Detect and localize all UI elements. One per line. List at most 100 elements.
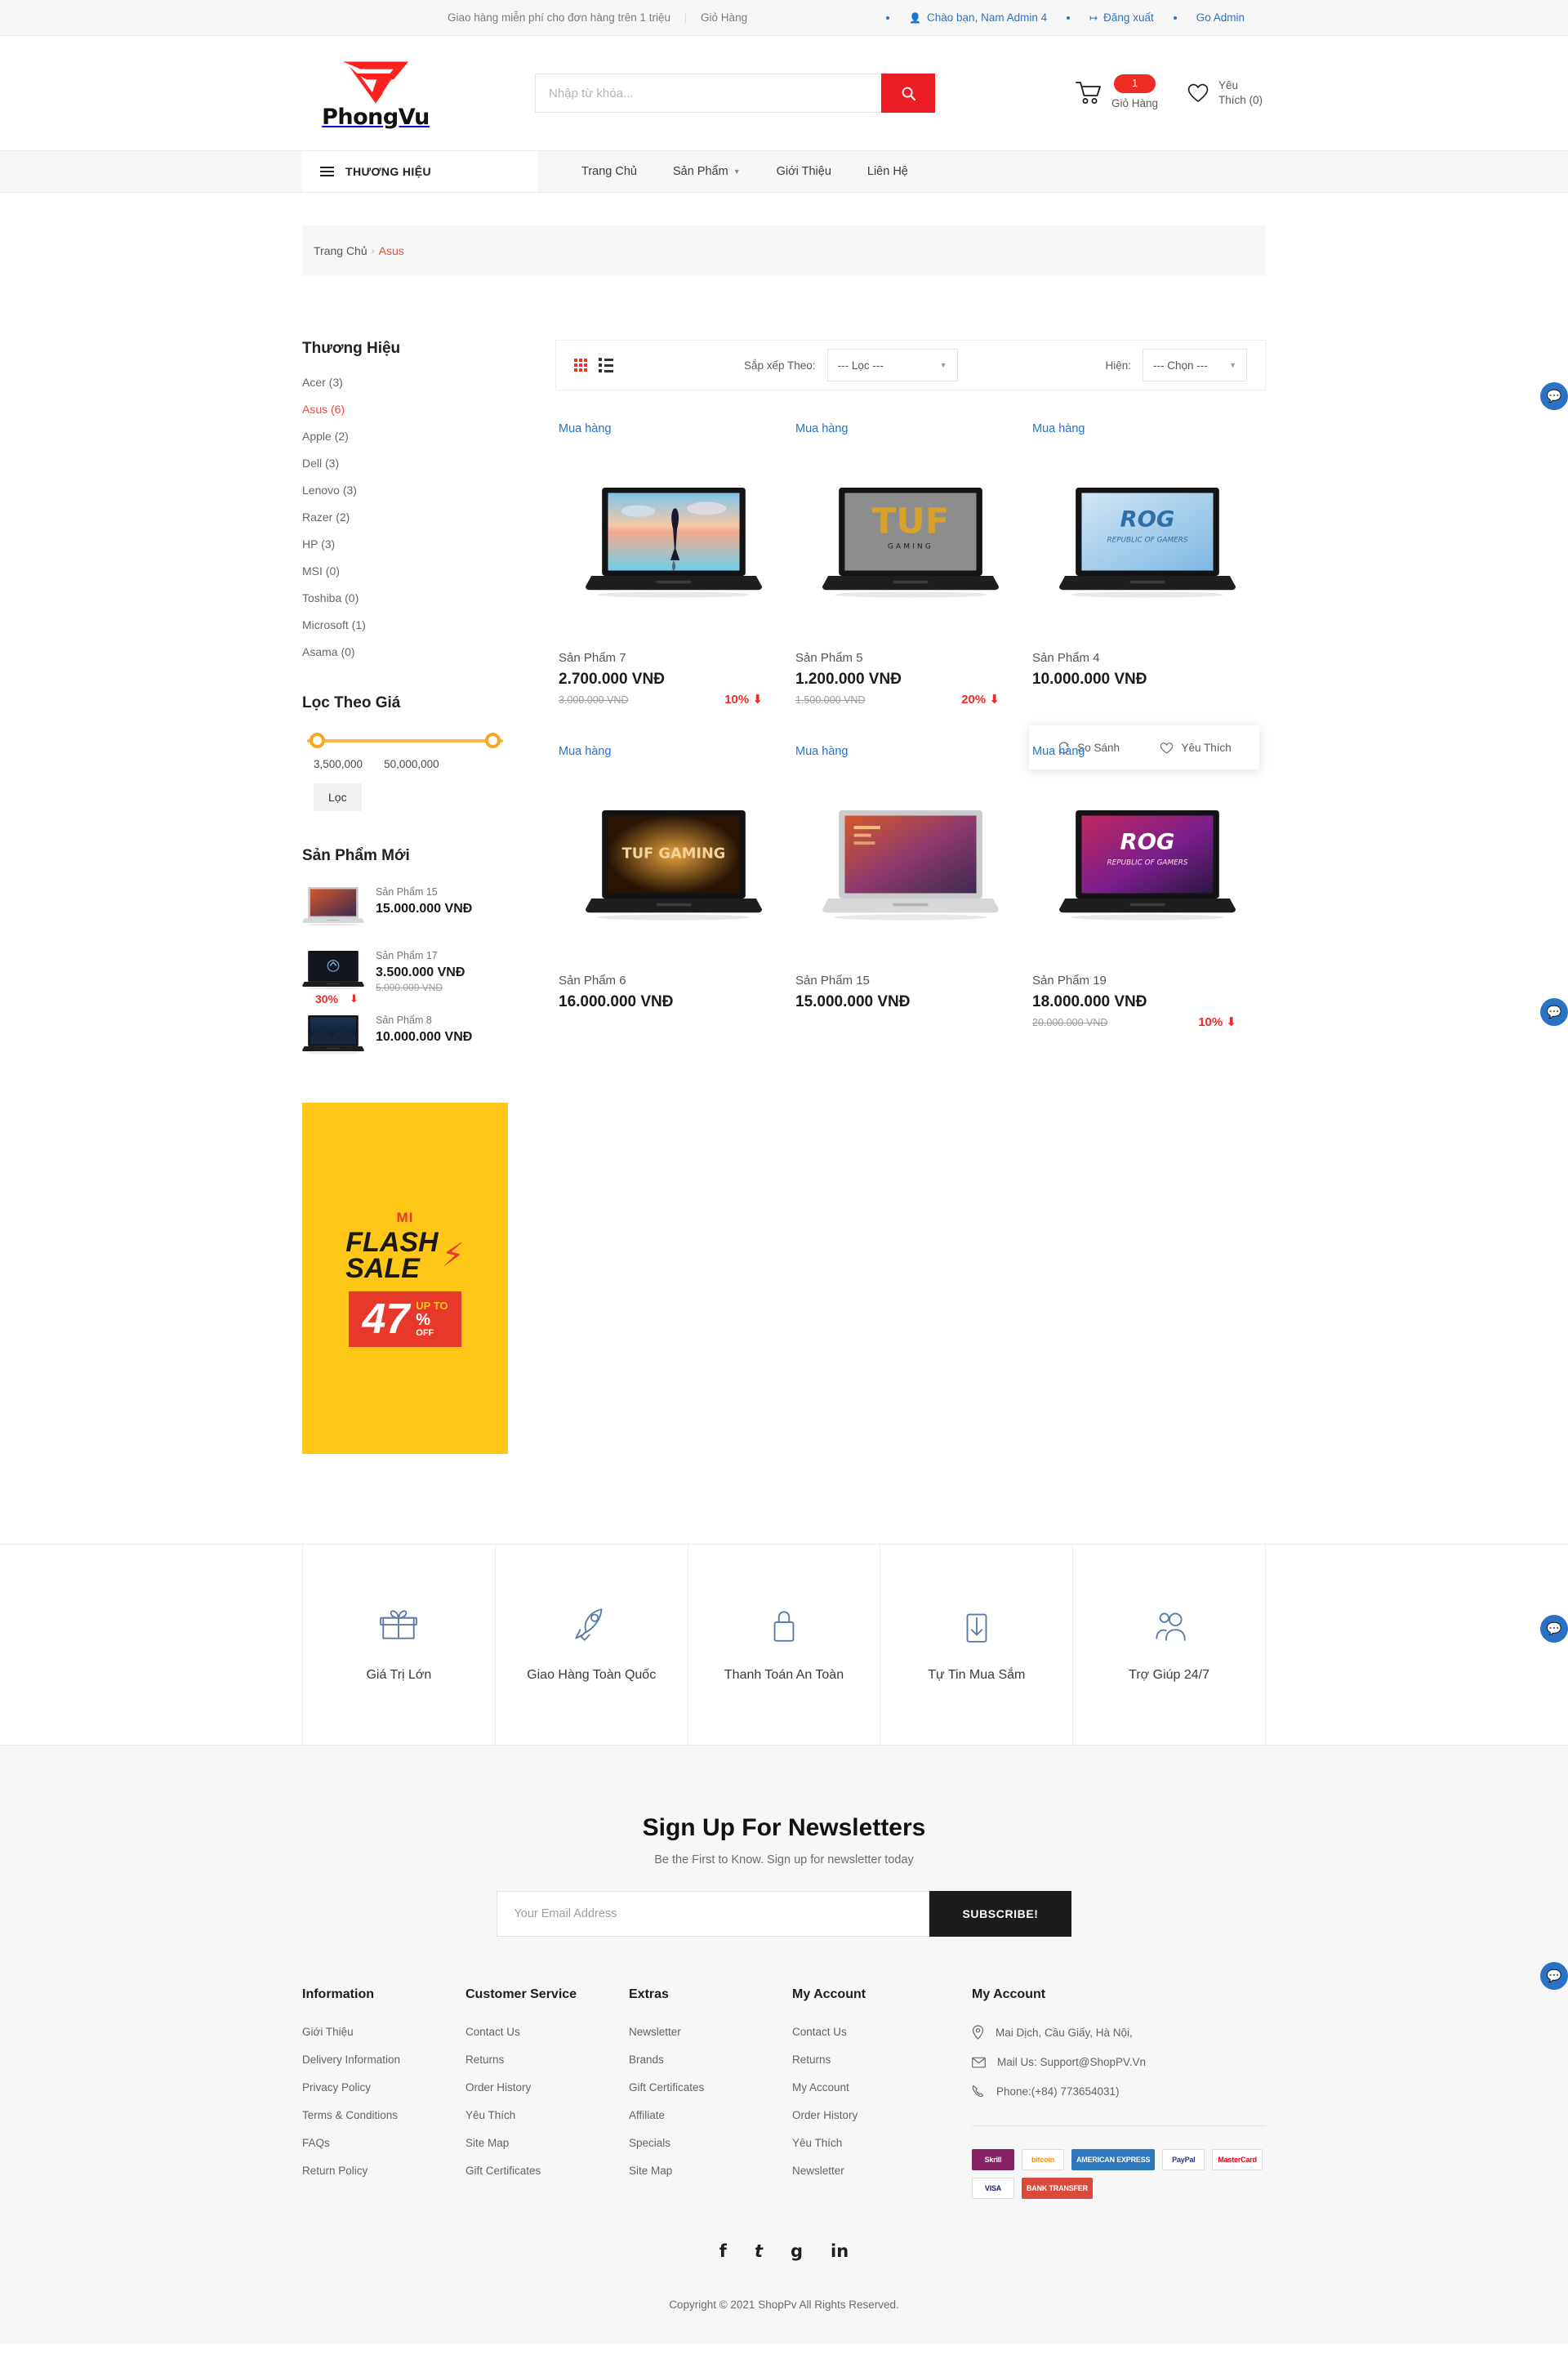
product-card[interactable]: Mua hàng Sản Phẩm 7 2.700.000 VNĐ 3.000.000… <box>555 421 792 744</box>
nav-item-home[interactable]: Trang Chủ <box>564 165 655 178</box>
wishlist-button[interactable]: Yêu Thích (0) <box>1186 78 1266 108</box>
product-card[interactable]: Mua hàng TUF GAMING Sản Phẩm 5 1.200.000 VNĐ… <box>792 421 1029 744</box>
google-plus-icon[interactable]: g <box>791 2241 803 2261</box>
product-image[interactable] <box>559 447 789 635</box>
chat-bubble-icon[interactable]: 💬 <box>1540 998 1568 1026</box>
product-image[interactable] <box>795 769 1026 957</box>
footer-link[interactable]: Gift Certificates <box>466 2165 541 2177</box>
search-input[interactable] <box>535 74 881 113</box>
nav-label: Liên Hệ <box>866 165 908 178</box>
slider-rail <box>307 739 503 742</box>
footer-link[interactable]: Terms & Conditions <box>302 2109 398 2121</box>
brand-filter-block: Thương Hiệu Acer (3) Asus (6) Apple (2) Del… <box>302 340 508 660</box>
footer-link[interactable]: Yêu Thích <box>792 2137 842 2149</box>
buy-link[interactable]: Mua hàng <box>559 422 612 435</box>
slider-handle-max[interactable] <box>485 733 501 748</box>
product-card[interactable]: Mua hàng TUF GAMING Sản Phẩm 6 16.000.000 V… <box>555 744 792 1067</box>
twitter-icon[interactable]: t <box>755 2241 763 2261</box>
brand-filter-item[interactable]: Dell (3) <box>302 457 339 470</box>
product-image[interactable]: TUF GAMING <box>795 447 1026 635</box>
brand-filter-item[interactable]: Asama (0) <box>302 645 355 658</box>
logout-link[interactable]: ↦ Đăng xuất <box>1068 12 1175 24</box>
search-button[interactable] <box>881 74 935 113</box>
greeting-link[interactable]: 👤 Chào bạn, Nam Admin 4 <box>888 12 1068 24</box>
chat-bubble-icon[interactable]: 💬 <box>1540 1615 1568 1643</box>
list-view-icon[interactable] <box>599 358 613 372</box>
topbar-cart-link[interactable]: Giỏ Hàng <box>686 12 747 24</box>
footer-link[interactable]: FAQs <box>302 2137 330 2149</box>
brand-filter-item[interactable]: Razer (2) <box>302 511 350 524</box>
product-image[interactable]: ROG REPUBLIC OF GAMERS <box>1032 447 1263 635</box>
go-admin-link[interactable]: Go Admin <box>1175 12 1266 24</box>
cart-button[interactable]: 1 Giỏ Hàng <box>1076 74 1158 111</box>
product-old-price: 3.000.000 VND <box>559 694 629 706</box>
buy-link[interactable]: Mua hàng <box>795 422 849 435</box>
footer-link[interactable]: Order History <box>792 2109 858 2121</box>
buy-link[interactable]: Mua hàng <box>1032 422 1085 435</box>
product-image[interactable]: TUF GAMING <box>559 769 789 957</box>
brand-filter-item[interactable]: Acer (3) <box>302 376 343 389</box>
buy-link[interactable]: Mua hàng <box>795 745 849 758</box>
nav-item-products[interactable]: Sản Phẩm ▼ <box>655 165 759 178</box>
footer-link[interactable]: Site Map <box>629 2165 672 2177</box>
footer-link[interactable]: Newsletter <box>792 2165 844 2177</box>
product-card[interactable]: Mua hàng Sản Phẩm 15 15.000.000 VNĐ <box>792 744 1029 1067</box>
footer-link[interactable]: Affiliate <box>629 2109 665 2121</box>
breadcrumb-home[interactable]: Trang Chủ <box>314 244 368 257</box>
linkedin-icon[interactable]: in <box>831 2241 849 2261</box>
buy-link[interactable]: Mua hàng <box>559 745 612 758</box>
footer-link[interactable]: Contact Us <box>466 2026 520 2038</box>
buy-link[interactable]: Mua hàng <box>1032 745 1085 758</box>
brand-filter-item[interactable]: Asus (6) <box>302 403 345 416</box>
footer-link[interactable]: Privacy Policy <box>302 2081 371 2094</box>
brand-menu-button[interactable]: THƯƠNG HIỆU <box>302 151 537 192</box>
product-name: Sản Phẩm 19 <box>1032 974 1107 988</box>
brand-filter-item[interactable]: MSI (0) <box>302 564 340 577</box>
facebook-icon[interactable]: f <box>719 2241 727 2261</box>
new-product-item[interactable]: 30% ⬇ Sản Phẩm 17 3.500.000 VNĐ 5.000.000 VN… <box>302 947 508 1006</box>
footer-link[interactable]: Newsletter <box>629 2026 681 2038</box>
footer-link[interactable]: Brands <box>629 2054 664 2066</box>
footer-link[interactable]: Specials <box>629 2137 670 2149</box>
footer-link[interactable]: Giới Thiệu <box>302 2026 354 2038</box>
brand-filter-item[interactable]: Apple (2) <box>302 430 349 443</box>
search-box <box>535 74 935 113</box>
footer-link[interactable]: My Account <box>792 2081 849 2094</box>
brand-filter-item[interactable]: Lenovo (3) <box>302 484 357 497</box>
new-product-item[interactable]: Sản Phẩm 8 10.000.000 VNĐ <box>302 1011 508 1057</box>
show-select[interactable]: --- Chọn --- ▼ <box>1143 349 1247 381</box>
footer-link[interactable]: Returns <box>466 2054 504 2066</box>
chat-bubble-icon[interactable]: 💬 <box>1540 382 1568 410</box>
slider-handle-min[interactable] <box>310 733 325 748</box>
promo-banner[interactable]: MI FLASH SALE ⚡ 47 UP TO % OFF <box>302 1103 508 1454</box>
logo[interactable]: PhongVu <box>302 57 449 130</box>
footer-link[interactable]: Returns <box>792 2054 831 2066</box>
product-image[interactable]: ROG REPUBLIC OF GAMERS <box>1032 769 1263 957</box>
apply-price-filter-button[interactable]: Lọc <box>314 783 362 811</box>
newsletter-subscribe-button[interactable]: SUBSCRIBE! <box>929 1891 1071 1937</box>
nav-item-about[interactable]: Giới Thiệu <box>759 165 849 178</box>
new-product-thumbnail <box>302 883 364 929</box>
price-slider[interactable] <box>307 730 503 751</box>
heart-icon <box>1187 84 1209 103</box>
brand-filter-item[interactable]: Microsoft (1) <box>302 618 366 631</box>
footer-link[interactable]: Order History <box>466 2081 531 2094</box>
discount-arrow-icon: ⬇ <box>350 992 359 1005</box>
footer-link[interactable]: Return Policy <box>302 2165 368 2177</box>
footer-link[interactable]: Site Map <box>466 2137 509 2149</box>
product-card[interactable]: Mua hàng ROG REPUBLIC OF GAMERS Sản Phẩm 4 1… <box>1029 421 1266 769</box>
brand-filter-item[interactable]: HP (3) <box>302 537 335 551</box>
footer-link[interactable]: Delivery Information <box>302 2054 400 2066</box>
sort-select[interactable]: --- Lọc --- ▼ <box>826 349 958 381</box>
nav-item-contact[interactable]: Liên Hệ <box>849 165 926 178</box>
footer-link[interactable]: Contact Us <box>792 2026 847 2038</box>
download-icon <box>966 1613 987 1643</box>
footer-link[interactable]: Gift Certificates <box>629 2081 704 2094</box>
new-product-item[interactable]: Sản Phẩm 15 15.000.000 VNĐ <box>302 883 508 929</box>
grid-view-icon[interactable] <box>574 359 587 372</box>
newsletter-email-input[interactable] <box>497 1891 930 1937</box>
product-card[interactable]: Mua hàng ROG REPUBLIC OF GAMERS Sản Phẩm 19… <box>1029 744 1266 1067</box>
chat-bubble-icon[interactable]: 💬 <box>1540 1962 1568 1990</box>
footer-link[interactable]: Yêu Thích <box>466 2109 515 2121</box>
brand-filter-item[interactable]: Toshiba (0) <box>302 591 359 604</box>
